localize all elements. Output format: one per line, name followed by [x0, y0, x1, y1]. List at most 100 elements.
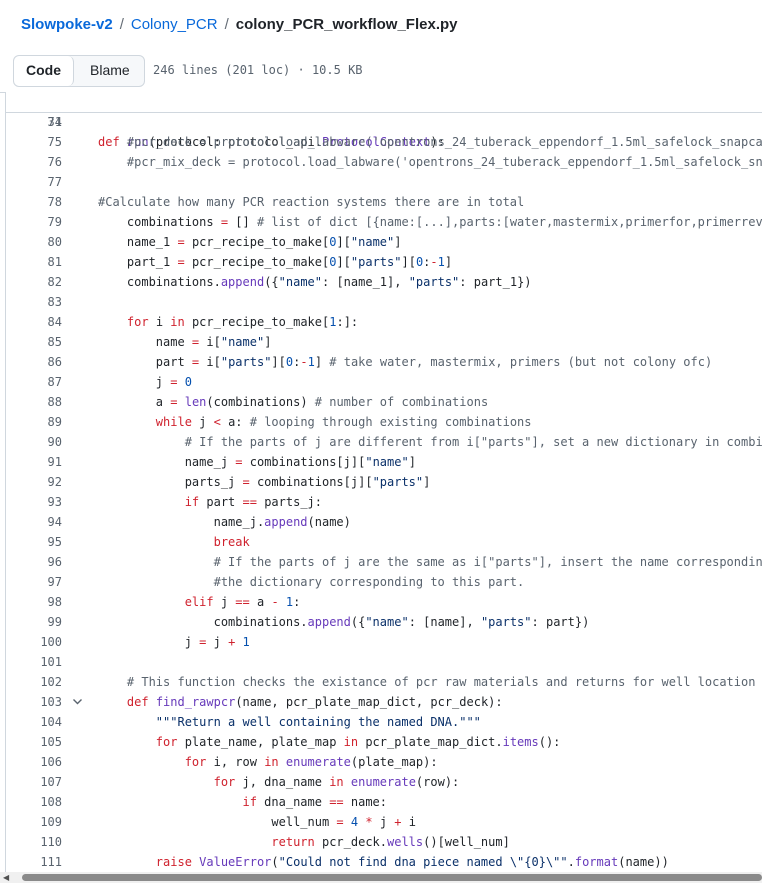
code-text: for i in pcr_recipe_to_make[1:]: — [126, 315, 359, 329]
code-viewer[interactable]: 31 def run(protocol: protocol_api.Protoc… — [5, 92, 762, 872]
line-number[interactable]: 80 — [6, 232, 62, 252]
breadcrumb-separator: / — [224, 16, 229, 33]
line-number[interactable]: 93 — [6, 492, 62, 512]
tab-code[interactable]: Code — [14, 56, 74, 86]
line-number[interactable]: 104 — [6, 712, 62, 732]
line-number[interactable]: 110 — [6, 832, 62, 852]
code-line: 76 #pcr_mix_deck = protocol.load_labware… — [6, 152, 762, 172]
line-number[interactable]: 99 — [6, 612, 62, 632]
code-line: 100 j = j + 1 — [6, 632, 762, 652]
sticky-scope-line[interactable]: 31 def run(protocol: protocol_api.Protoc… — [6, 92, 762, 149]
line-number[interactable]: 82 — [6, 272, 62, 292]
code-line: 108 if dna_name == name: — [6, 792, 762, 812]
code-text: name_j.append(name) — [98, 515, 351, 529]
line-number[interactable]: 88 — [6, 392, 62, 412]
code-text: part = i["parts"][0:-1] # take water, ma… — [98, 355, 713, 369]
code-line: 97 #the dictionary corresponding to this… — [6, 572, 762, 592]
code-line: 95 break — [6, 532, 762, 552]
line-number[interactable]: 106 — [6, 752, 62, 772]
line-number[interactable]: 103 — [6, 692, 62, 712]
code-line: 90 # If the parts of j are different fro… — [6, 432, 762, 452]
code-text: parts_j = combinations[j]["parts"] — [98, 475, 431, 489]
scrollbar-thumb[interactable] — [22, 874, 762, 881]
breadcrumb-folder-link[interactable]: Colony_PCR — [131, 16, 218, 33]
code-line: 93 if part == parts_j: — [6, 492, 762, 512]
line-number[interactable]: 86 — [6, 352, 62, 372]
breadcrumb-repo-link[interactable]: Slowpoke-v2 — [21, 16, 113, 33]
code-text: well_num = 4 * j + i — [98, 815, 416, 829]
code-line: 106 for i, row in enumerate(plate_map): — [6, 752, 762, 772]
code-text: j = 0 — [98, 375, 192, 389]
code-line: 103 def find_rawpcr(name, pcr_plate_map_… — [6, 692, 762, 712]
line-number[interactable]: 92 — [6, 472, 62, 492]
line-number[interactable]: 78 — [6, 192, 62, 212]
code-text: a = len(combinations) # number of combin… — [98, 395, 489, 409]
code-text: raise ValueError("Could not find dna pie… — [155, 855, 669, 869]
code-line: 74 — [6, 112, 762, 132]
code-line: 101 — [6, 652, 762, 672]
line-number[interactable]: 107 — [6, 772, 62, 792]
code-line: 96 # If the parts of j are the same as i… — [6, 552, 762, 572]
code-text: part_1 = pcr_recipe_to_make[0]["parts"][… — [98, 255, 453, 269]
code-line: 105 for plate_name, plate_map in pcr_pla… — [6, 732, 762, 752]
line-number[interactable]: 102 — [6, 672, 62, 692]
code-line: 89 while j < a: # looping through existi… — [6, 412, 762, 432]
code-line: 102 # This function checks the existance… — [6, 672, 762, 692]
line-number[interactable]: 109 — [6, 812, 62, 832]
line-number[interactable]: 76 — [6, 152, 62, 172]
line-number[interactable]: 105 — [6, 732, 62, 752]
line-number[interactable]: 101 — [6, 652, 62, 672]
code-line: 109 well_num = 4 * j + i — [6, 812, 762, 832]
line-number[interactable]: 94 — [6, 512, 62, 532]
horizontal-scrollbar[interactable]: ◀ — [0, 872, 762, 883]
code-line: 98 elif j == a - 1: — [6, 592, 762, 612]
line-number[interactable]: 81 — [6, 252, 62, 272]
code-text: break — [213, 535, 250, 549]
line-number[interactable]: 83 — [6, 292, 62, 312]
line-number[interactable]: 98 — [6, 592, 62, 612]
line-number[interactable]: 91 — [6, 452, 62, 472]
line-number[interactable]: 108 — [6, 792, 62, 812]
chevron-down-icon[interactable] — [72, 692, 84, 712]
code-line: 81 part_1 = pcr_recipe_to_make[0]["parts… — [6, 252, 762, 272]
breadcrumb: Slowpoke-v2 / Colony_PCR / colony_PCR_workfl… — [21, 16, 458, 33]
code-text: #Calculate how many PCR reaction systems… — [98, 195, 525, 209]
line-number[interactable]: 100 — [6, 632, 62, 652]
code-line: 104 """Return a well containing the name… — [6, 712, 762, 732]
code-text: name = i["name"] — [98, 335, 272, 349]
breadcrumb-separator: / — [119, 16, 124, 33]
line-number[interactable]: 84 — [6, 312, 62, 332]
line-number[interactable]: 77 — [6, 172, 62, 192]
line-number[interactable]: 95 — [6, 532, 62, 552]
line-number[interactable]: 97 — [6, 572, 62, 592]
code-text: name_j = combinations[j]["name"] — [98, 455, 416, 469]
code-line: 82 combinations.append({"name": [name_1]… — [6, 272, 762, 292]
code-line: 85 name = i["name"] — [6, 332, 762, 352]
code-text: for plate_name, plate_map in pcr_plate_m… — [155, 735, 561, 749]
code-text: combinations.append({"name": [name], "pa… — [98, 615, 590, 629]
line-number[interactable]: 111 — [6, 852, 62, 872]
arrow-left-icon[interactable]: ◀ — [3, 873, 9, 882]
code-text: if dna_name == name: — [242, 795, 388, 809]
line-number[interactable]: 90 — [6, 432, 62, 452]
line-number[interactable]: 74 — [6, 112, 62, 132]
code-text: for i, row in enumerate(plate_map): — [184, 755, 438, 769]
code-text: while j < a: # looping through existing … — [155, 415, 532, 429]
line-number[interactable]: 96 — [6, 552, 62, 572]
line-number[interactable]: 75 — [6, 132, 62, 152]
line-number[interactable]: 87 — [6, 372, 62, 392]
line-number[interactable]: 89 — [6, 412, 62, 432]
code-text: def find_rawpcr(name, pcr_plate_map_dict… — [126, 695, 503, 709]
code-text: #the dictionary corresponding to this pa… — [213, 575, 525, 589]
line-number[interactable]: 79 — [6, 212, 62, 232]
code-text: # If the parts of j are different from i… — [184, 435, 762, 449]
code-text: j = j + 1 — [98, 635, 250, 649]
code-text: for j, dna_name in enumerate(row): — [213, 775, 460, 789]
code-line: 75 #pcr_deck = protocol.load_labware('op… — [6, 132, 762, 152]
code-text: # This function checks the existance of … — [126, 675, 762, 689]
code-line: 91 name_j = combinations[j]["name"] — [6, 452, 762, 472]
line-number[interactable]: 85 — [6, 332, 62, 352]
tab-blame[interactable]: Blame — [74, 56, 144, 86]
code-text: elif j == a - 1: — [184, 595, 301, 609]
code-line: 84 for i in pcr_recipe_to_make[1:]: — [6, 312, 762, 332]
